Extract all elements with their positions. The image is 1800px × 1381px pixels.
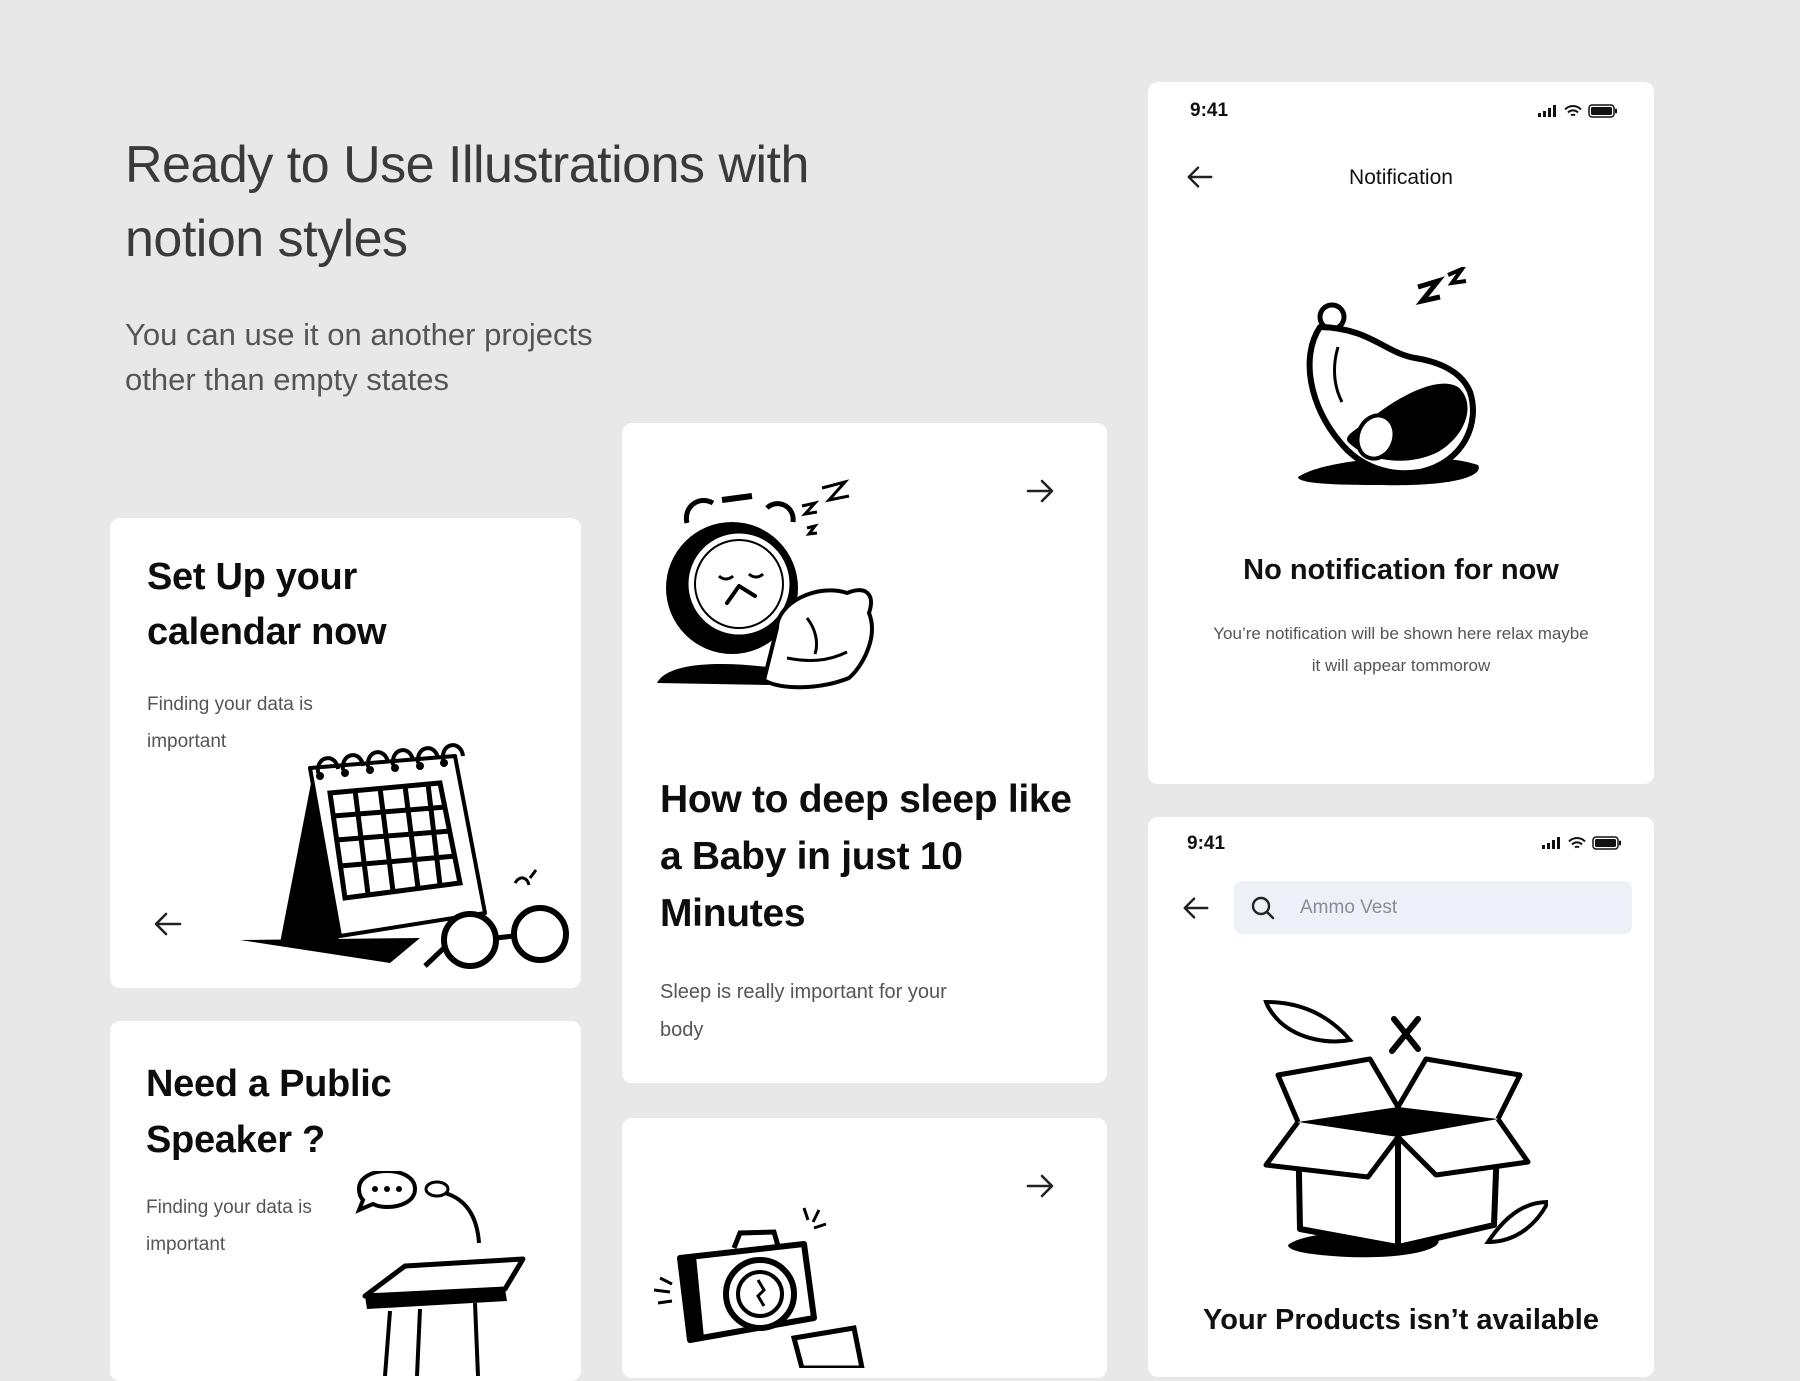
status-time: 9:41 (1190, 100, 1229, 121)
search-bar[interactable] (1234, 881, 1632, 934)
empty-box-illustration (1263, 999, 1548, 1258)
hero-subtitle: You can use it on another projects other… (125, 317, 593, 397)
arrow-left-icon (1183, 897, 1209, 919)
alarm-clock-illustration (657, 479, 874, 690)
sleep-card-desc: Sleep is really important for your body (660, 981, 947, 1041)
signal-icon (1538, 105, 1556, 117)
sleep-card[interactable]: How to deep sleep like a Baby in just 10… (622, 423, 1107, 1083)
wifi-icon (1568, 836, 1586, 848)
forward-arrow-button[interactable] (1020, 1166, 1060, 1206)
search-input[interactable] (1298, 895, 1582, 920)
sleep-card-title: How to deep sleep like a Baby in just 10… (660, 778, 1072, 935)
notification-screen: 9:41 Notification No notification for no… (1148, 82, 1654, 784)
speaker-card-desc: Finding your data is important (146, 1197, 312, 1255)
back-arrow-button[interactable] (148, 904, 188, 944)
speaker-card-title: Need a Public Speaker ? (146, 1063, 392, 1161)
signal-icon (1542, 837, 1560, 849)
arrow-right-icon (1026, 1174, 1054, 1198)
status-icons (1538, 104, 1618, 118)
speaker-card[interactable]: Need a Public Speaker ? Finding your dat… (110, 1021, 581, 1381)
arrow-left-icon (154, 912, 182, 936)
camera-illustration (654, 1207, 865, 1368)
empty-state-title: No notification for now (1243, 554, 1559, 586)
hero-title: Ready to Use Illustrations with notion s… (125, 136, 809, 268)
empty-state-title: Your Products isn’t available (1203, 1304, 1599, 1336)
arrow-right-icon (1026, 479, 1054, 503)
status-icons (1542, 836, 1622, 850)
nav-title: Notification (1349, 166, 1453, 189)
empty-state-desc: You’re notification will be shown here r… (1213, 624, 1589, 675)
calendar-illustration (240, 743, 569, 969)
forward-arrow-button[interactable] (1020, 471, 1060, 511)
battery-icon (1588, 104, 1617, 118)
status-time: 9:41 (1187, 833, 1226, 854)
podium-illustration (355, 1171, 526, 1376)
search-icon (1251, 896, 1275, 919)
battery-icon (1592, 836, 1621, 850)
camera-card[interactable] (622, 1118, 1107, 1378)
back-button[interactable] (1176, 888, 1216, 928)
calendar-card-title: Set Up your calendar now (147, 556, 387, 653)
wifi-icon (1564, 104, 1582, 116)
product-search-screen: 9:41 Your Products isn’t available (1148, 817, 1654, 1377)
calendar-card[interactable]: Set Up your calendar now Finding your da… (110, 518, 581, 988)
sleeping-bell-illustration (1298, 267, 1479, 486)
